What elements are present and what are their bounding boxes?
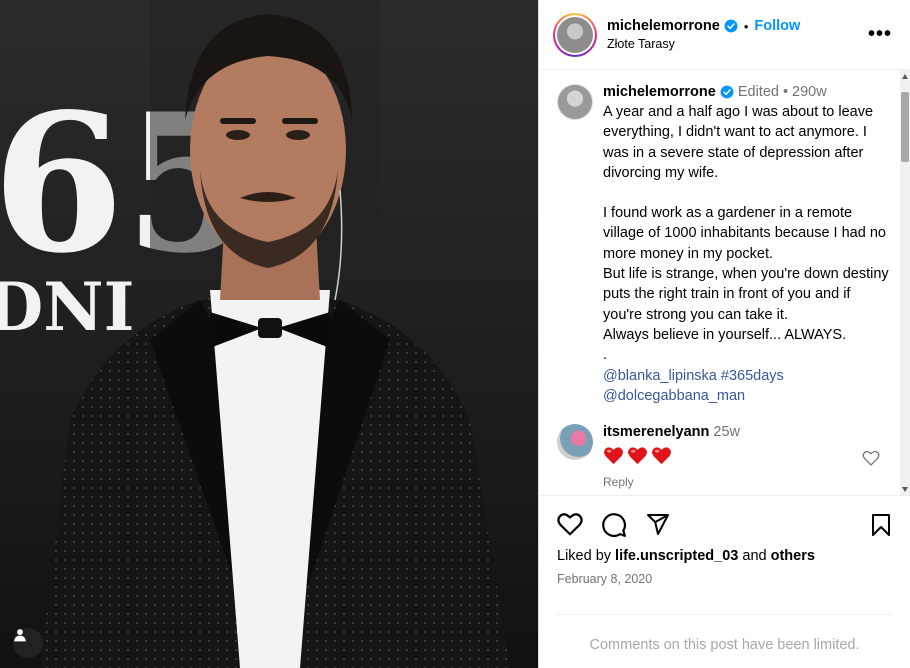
caption-text: A year and a half ago I was about to lea…: [603, 102, 893, 406]
caption-avatar[interactable]: [557, 84, 593, 120]
backdrop-small-text: DNI: [0, 268, 134, 346]
comments-limited-notice: Comments on this post have been limited.: [589, 637, 860, 653]
comments-scrollbar[interactable]: [900, 70, 910, 495]
edited-label: Edited: [737, 84, 779, 100]
scroll-up-arrow[interactable]: [902, 74, 908, 79]
share-icon[interactable]: [645, 512, 671, 536]
caption-paragraph: But life is strange, when you're down de…: [603, 266, 889, 323]
post-location[interactable]: Złote Tarasy: [607, 37, 868, 51]
separator-dot: •: [782, 84, 789, 100]
post-date[interactable]: February 8, 2020: [557, 572, 652, 586]
caption-paragraph: .: [603, 347, 608, 364]
tagged-users-button[interactable]: [13, 628, 43, 658]
comment-text-hearts: [603, 446, 740, 465]
comment-item: itsmerenelyann 25w Reply: [539, 406, 910, 489]
heart-emoji: [604, 447, 623, 465]
scroll-thumb[interactable]: [901, 92, 909, 162]
caption-time[interactable]: 290w: [792, 84, 827, 100]
separator-dot: •: [743, 18, 749, 34]
caption-mention-link[interactable]: @blanka_lipinska #365days: [603, 366, 893, 386]
post-header: michelemorrone • Follow Złote Tarasy •••: [539, 0, 910, 70]
comment-username[interactable]: itsmerenelyann: [603, 424, 709, 440]
heart-icon[interactable]: [557, 512, 583, 536]
caption-paragraph: I found work as a gardener in a remote v…: [603, 205, 886, 262]
bookmark-icon[interactable]: [870, 513, 892, 537]
post-side-panel: michelemorrone • Follow Złote Tarasy •••…: [538, 0, 910, 668]
scroll-down-arrow[interactable]: [902, 487, 908, 492]
liked-by-prefix: Liked by: [557, 548, 612, 564]
caption-paragraph: A year and a half ago I was about to lea…: [603, 104, 874, 181]
verified-icon: [724, 19, 738, 33]
caption-mention-link[interactable]: @dolcegabbana_man: [603, 386, 893, 406]
comment-avatar[interactable]: [557, 424, 593, 461]
comment-time[interactable]: 25w: [713, 424, 740, 440]
liked-by: Liked by life.unscripted_03 and others: [557, 548, 815, 564]
action-bar: [557, 510, 892, 540]
comment-icon[interactable]: [601, 512, 627, 538]
post-modal: 65 DNI michelemorrone • Follow Złote Tar…: [0, 0, 910, 668]
liked-by-and: and: [742, 548, 767, 564]
author-username[interactable]: michelemorrone: [607, 18, 720, 34]
author-avatar[interactable]: [553, 12, 597, 57]
verified-icon: [720, 85, 734, 99]
reply-button[interactable]: Reply: [603, 475, 740, 489]
post-photo: 65 DNI: [0, 0, 538, 668]
liked-by-user[interactable]: life.unscripted_03: [615, 548, 738, 564]
comments-section: michelemorrone Edited • 290w A year and …: [539, 70, 910, 496]
caption-spacer: [603, 183, 893, 203]
caption-paragraph: Always believe in yourself... ALWAYS.: [603, 326, 847, 343]
heart-icon[interactable]: [862, 450, 880, 466]
heart-emoji: [652, 447, 671, 465]
caption: michelemorrone Edited • 290w A year and …: [539, 70, 910, 406]
comment-footer: Comments on this post have been limited.: [557, 614, 892, 653]
caption-username[interactable]: michelemorrone: [603, 84, 716, 100]
photo-illustration: 65 DNI: [0, 0, 510, 668]
user-tag-icon: [14, 629, 26, 642]
liked-by-others[interactable]: others: [771, 548, 815, 564]
more-icon[interactable]: •••: [868, 23, 896, 46]
heart-emoji: [628, 447, 647, 465]
follow-button[interactable]: Follow: [754, 18, 800, 34]
